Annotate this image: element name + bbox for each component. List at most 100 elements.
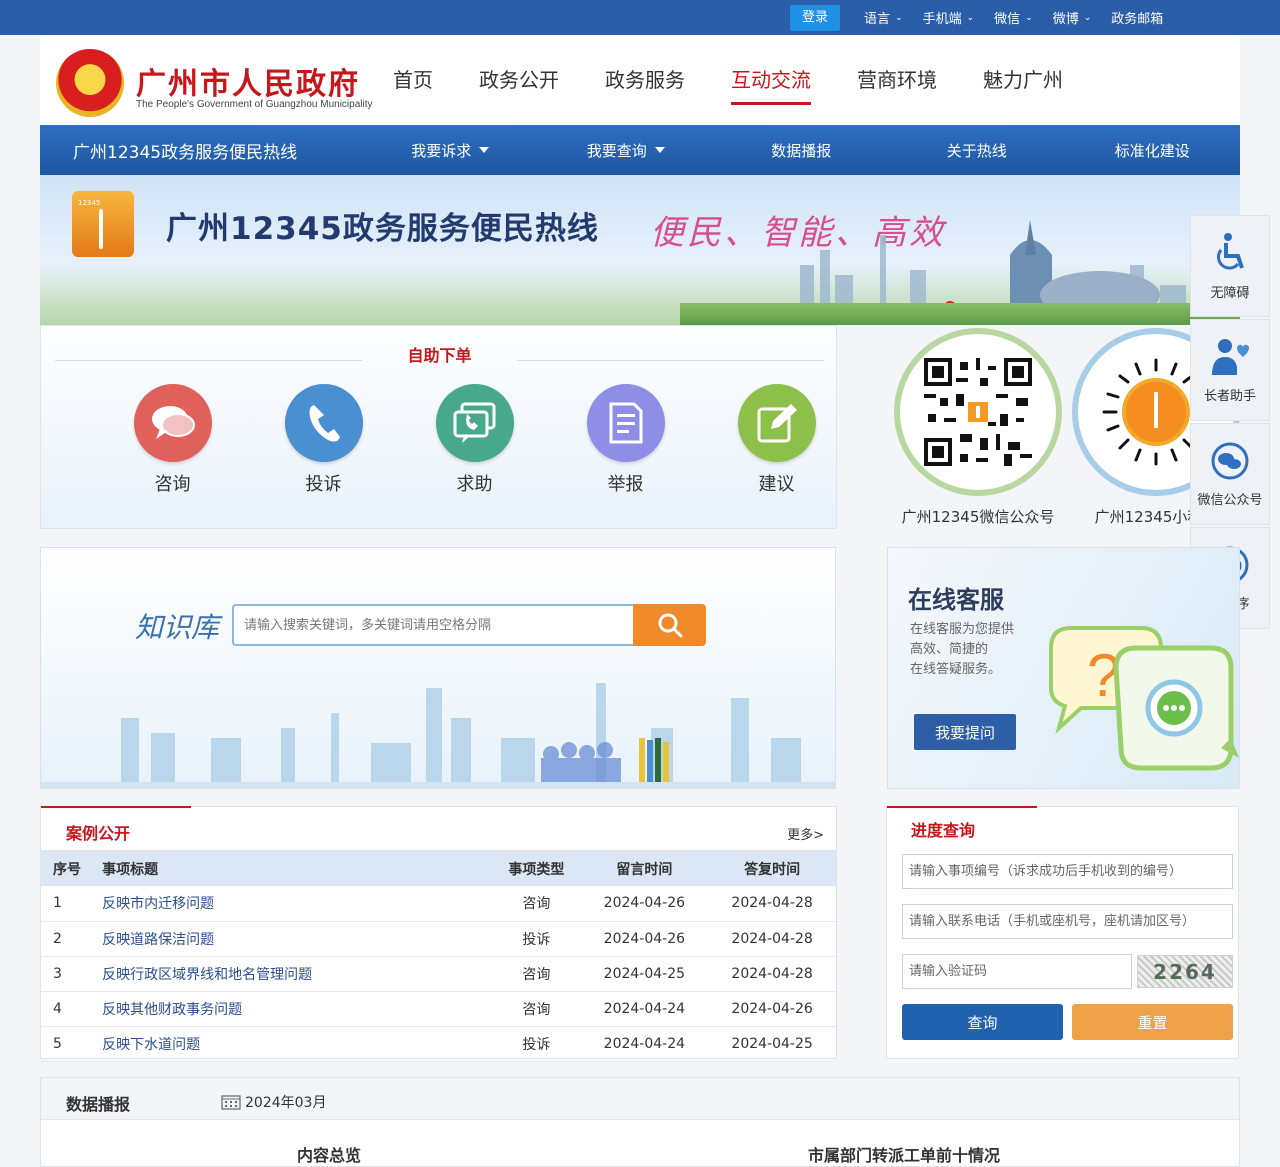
cases-more-link[interactable]: 更多> xyxy=(787,824,824,843)
language-label: 语言 xyxy=(864,12,891,27)
header-accent-bar xyxy=(41,806,191,808)
service-consult[interactable]: 咨询 xyxy=(97,384,248,496)
row-title-link[interactable]: 反映道路保洁问题 xyxy=(102,921,493,957)
service-suggest-label: 建议 xyxy=(758,474,795,495)
chat-bubbles-icon xyxy=(133,384,212,462)
case-number-input[interactable] xyxy=(902,854,1233,889)
hotline-banner: 12345 广州12345政务服务便民热线 便民、智能、高效 xyxy=(40,175,1240,325)
row-title-link[interactable]: 反映其他财政事务问题 xyxy=(102,991,493,1027)
row-type: 投诉 xyxy=(492,921,581,957)
accessibility-button[interactable]: 无障碍 xyxy=(1190,215,1270,317)
progress-query-panel: 进度查询 2264 查询 重置 xyxy=(886,806,1239,1059)
nav-gov-services[interactable]: 政务服务 xyxy=(582,35,708,125)
service-complaint[interactable]: 投诉 xyxy=(248,384,399,496)
service-help-label: 求助 xyxy=(456,474,493,495)
row-posted: 2024-04-25 xyxy=(580,956,709,992)
table-row[interactable]: 4 反映其他财政事务问题 咨询 2024-04-24 2024-04-26 xyxy=(41,991,836,1027)
nav-interaction[interactable]: 互动交流 xyxy=(708,35,834,125)
table-row[interactable]: 1 反映市内迁移问题 咨询 2024-04-26 2024-04-28 xyxy=(41,886,836,922)
online-service-desc: 在线客服为您提供 高效、简捷的 在线答疑服务。 xyxy=(910,622,1015,677)
row-replied: 2024-04-28 xyxy=(708,956,836,992)
row-number: 5 xyxy=(41,1026,103,1062)
table-header-row: 序号 事项标题 事项类型 留言时间 答复时间 xyxy=(41,851,836,886)
national-emblem-icon[interactable] xyxy=(56,49,124,117)
row-title-link[interactable]: 反映行政区域界线和地名管理问题 xyxy=(102,956,493,992)
elder-heart-icon xyxy=(1212,338,1249,375)
row-title-link[interactable]: 反映市内迁移问题 xyxy=(102,886,493,922)
chevron-down-icon: ⌄ xyxy=(1025,12,1033,23)
subnav-appeal[interactable]: 我要诉求 xyxy=(363,140,538,161)
weibo-menu[interactable]: 微博 ⌄ xyxy=(1053,8,1092,27)
search-icon xyxy=(658,613,682,638)
nav-home[interactable]: 首页 xyxy=(370,35,456,125)
subnav-about[interactable]: 关于热线 xyxy=(889,140,1064,161)
public-cases-panel: 案例公开 更多> 序号 事项标题 事项类型 留言时间 答复时间 1 反映市内迁移… xyxy=(40,806,837,1062)
chevron-down-icon: ⌄ xyxy=(966,12,975,23)
help-chat-icon xyxy=(435,384,514,462)
wechat-menu[interactable]: 微信 ⌄ xyxy=(994,8,1033,27)
phone-input[interactable] xyxy=(902,904,1233,939)
self-service-heading: 自助下单 xyxy=(407,346,472,365)
topbar-links: 登录 语言 ⌄ 手机端 ⌄ 微信 ⌄ 微博 ⌄ 政务邮箱 xyxy=(790,0,1173,35)
row-type: 投诉 xyxy=(492,1026,581,1062)
nav-guangzhou[interactable]: 魅力广州 xyxy=(960,35,1086,125)
caret-down-icon xyxy=(654,147,665,153)
language-menu[interactable]: 语言 ⌄ xyxy=(864,8,903,27)
site-subtitle: The People's Government of Guangzhou Mun… xyxy=(136,99,373,110)
service-report[interactable]: 举报 xyxy=(550,384,701,496)
wechat-official-qr[interactable]: 广州12345微信公众号 xyxy=(889,328,1067,527)
knowledge-base-panel: 知识库 xyxy=(40,547,836,789)
elder-assistant-button[interactable]: 长者助手 xyxy=(1190,319,1270,421)
knowledge-search-button[interactable] xyxy=(633,604,706,646)
wechat-qr-label: 广州12345微信公众号 xyxy=(901,508,1055,526)
service-complaint-label: 投诉 xyxy=(305,474,342,495)
phone-icon xyxy=(284,384,363,462)
wechat-official-button[interactable]: 微信公众号 xyxy=(1190,423,1270,525)
subnav-query[interactable]: 我要查询 xyxy=(538,140,713,161)
knowledge-search-input[interactable] xyxy=(232,604,634,646)
login-button[interactable]: 登录 xyxy=(790,4,841,31)
table-row[interactable]: 3 反映行政区域界线和地名管理问题 咨询 2024-04-25 2024-04-… xyxy=(41,956,836,992)
subnav-data[interactable]: 数据播报 xyxy=(714,140,889,161)
site-header: 广州市人民政府 The People's Government of Guang… xyxy=(40,35,1240,125)
row-number: 2 xyxy=(41,921,103,957)
subnav-standard[interactable]: 标准化建设 xyxy=(1065,140,1240,161)
col-number: 序号 xyxy=(41,851,103,886)
caret-down-icon xyxy=(479,147,490,153)
table-row[interactable]: 5 反映下水道问题 投诉 2024-04-24 2024-04-25 xyxy=(41,1026,836,1062)
nav-gov-affairs[interactable]: 政务公开 xyxy=(456,35,582,125)
report-date: 2024年03月 xyxy=(245,1095,327,1111)
row-posted: 2024-04-24 xyxy=(580,991,709,1027)
hotline-logo-text: 12345 xyxy=(78,199,101,207)
gov-mail-link[interactable]: 政务邮箱 xyxy=(1111,8,1163,27)
table-row[interactable]: 2 反映道路保洁问题 投诉 2024-04-26 2024-04-28 xyxy=(41,921,836,957)
row-replied: 2024-04-28 xyxy=(708,886,836,922)
ask-question-button[interactable]: 我要提问 xyxy=(914,714,1016,750)
document-icon xyxy=(586,384,665,462)
site-title[interactable]: 广州市人民政府 xyxy=(136,59,360,103)
row-title-link[interactable]: 反映下水道问题 xyxy=(102,1026,493,1062)
city-skyline-illustration xyxy=(41,683,835,788)
reset-button[interactable]: 重置 xyxy=(1072,1004,1233,1040)
col-type: 事项类型 xyxy=(492,851,581,886)
wechat-icon xyxy=(1211,442,1249,479)
dept-top10-heading: 市属部门转派工单前十情况 xyxy=(808,1146,1001,1165)
report-date-picker[interactable]: 2024年03月 xyxy=(221,1092,326,1112)
captcha-input[interactable] xyxy=(902,954,1132,989)
cases-title: 案例公开 xyxy=(66,824,131,843)
header-accent-bar xyxy=(887,806,1037,808)
subnav-query-label: 我要查询 xyxy=(586,141,647,160)
mobile-menu[interactable]: 手机端 ⌄ xyxy=(923,8,975,27)
row-type: 咨询 xyxy=(492,956,581,992)
nav-business-env[interactable]: 营商环境 xyxy=(834,35,960,125)
top-utility-bar: 登录 语言 ⌄ 手机端 ⌄ 微信 ⌄ 微博 ⌄ 政务邮箱 xyxy=(0,0,1280,35)
service-suggest[interactable]: 建议 xyxy=(701,384,852,496)
service-help[interactable]: 求助 xyxy=(399,384,550,496)
captcha-image[interactable]: 2264 xyxy=(1137,955,1233,988)
row-posted: 2024-04-24 xyxy=(580,1026,709,1062)
query-button[interactable]: 查询 xyxy=(902,1004,1063,1040)
hotline-subnav-title[interactable]: 广州12345政务服务便民热线 xyxy=(40,138,363,163)
accessibility-label: 无障碍 xyxy=(1210,285,1250,301)
row-number: 3 xyxy=(41,956,103,992)
hotline-logo-icon: 12345 xyxy=(72,191,134,257)
